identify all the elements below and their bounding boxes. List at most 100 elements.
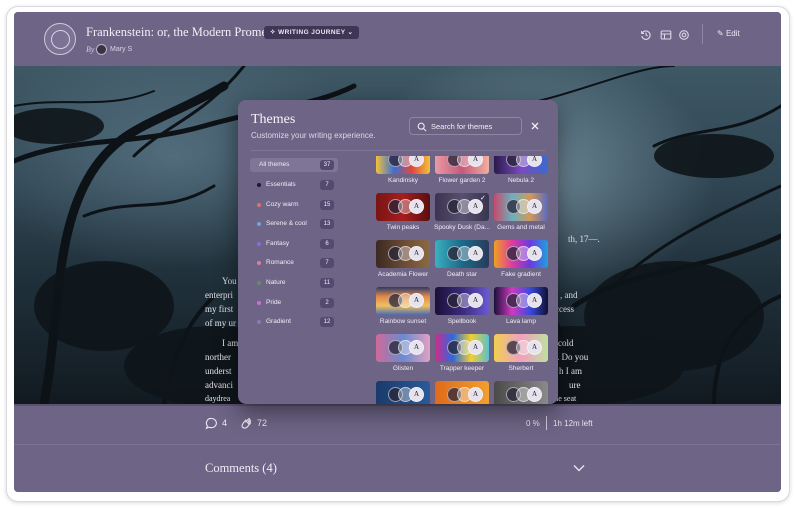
theme-name: Sherbert: [508, 365, 534, 372]
reading-progress-bar: [14, 404, 781, 406]
clap-icon[interactable]: [240, 417, 253, 430]
theme-swatches: A: [376, 156, 430, 168]
category-count: 11: [320, 278, 334, 288]
category-dot: [257, 222, 261, 227]
history-icon[interactable]: [640, 29, 652, 41]
text-fragment: , and: [560, 290, 578, 300]
font-sample-icon: A: [409, 156, 424, 167]
theme-name: Fake gradient: [501, 271, 541, 278]
font-sample-icon: A: [527, 340, 542, 355]
chevron-down-icon[interactable]: [572, 462, 586, 474]
font-sample-icon: A: [468, 293, 483, 308]
author-name[interactable]: Mary S: [110, 46, 132, 53]
text-fragment: th, 17—.: [568, 234, 600, 244]
category-count: 7: [320, 258, 334, 269]
search-input[interactable]: [431, 120, 519, 133]
theme-grid: A Kandinsky A Flower garden 2 A Nebula 2 A Twin…: [376, 156, 556, 404]
edit-button[interactable]: ✎ Edit: [717, 27, 740, 41]
font-sample-icon: A: [527, 199, 542, 214]
sparkle-icon: ✧: [270, 29, 279, 36]
theme-swatches: A: [435, 156, 489, 168]
font-sample-icon: A: [527, 246, 542, 261]
theme-swatches: A: [494, 387, 548, 403]
category-item[interactable]: Nature 11: [250, 276, 338, 290]
theme-preview: A ✓: [435, 193, 489, 221]
text-fragment: of my ur: [205, 318, 236, 328]
comment-icon[interactable]: [205, 417, 218, 430]
theme-swatches: A: [435, 293, 489, 309]
modal-divider: [251, 150, 545, 151]
theme-name: Flower garden 2: [438, 177, 486, 184]
theme-swatches: A: [494, 199, 548, 215]
theme-swatches: A: [376, 199, 430, 215]
theme-swatches: A: [435, 387, 489, 403]
avatar[interactable]: [96, 44, 107, 55]
category-dot: [257, 320, 261, 325]
category-label: Gradient: [266, 318, 291, 326]
theme-preview: A: [376, 334, 430, 362]
settings-icon[interactable]: [678, 29, 690, 41]
theme-preview: A: [494, 287, 548, 315]
text-fragment: enterpri: [205, 290, 233, 300]
category-count: 2: [320, 297, 334, 308]
stats-divider: [546, 416, 547, 430]
text-fragment: daydrea: [205, 394, 231, 403]
time-left: 1h 12m left: [553, 419, 593, 428]
table-icon[interactable]: [660, 29, 672, 41]
category-label: Nature: [266, 279, 286, 286]
text-fragment: my first: [205, 304, 234, 314]
category-item[interactable]: Gradient 12: [250, 315, 338, 329]
comments-title: Comments (4): [205, 461, 277, 475]
text-fragment: underst: [205, 366, 232, 376]
category-label: Cozy warm: [266, 200, 299, 208]
theme-name: Lava lamp: [506, 318, 536, 325]
writing-journey-dropdown[interactable]: ✧ WRITING JOURNEY ⌄: [264, 26, 360, 39]
close-icon[interactable]: [530, 121, 540, 131]
category-item[interactable]: All themes 37: [250, 158, 338, 172]
category-count: 7: [320, 180, 334, 190]
font-sample-icon: A: [527, 293, 542, 308]
text-fragment: norther: [205, 352, 231, 362]
text-fragment: cold: [558, 338, 574, 348]
journey-badge-label: WRITING JOURNEY: [278, 29, 346, 36]
font-sample-icon: A: [468, 156, 483, 167]
logo-seal[interactable]: [44, 23, 76, 55]
text-fragment: You: [222, 276, 237, 286]
theme-name: Death star: [447, 271, 477, 278]
theme-preview: A: [376, 240, 430, 268]
category-label: Fantasy: [266, 239, 290, 247]
app: Frankenstein: or, the Modern Prometheus …: [14, 12, 781, 492]
category-dot: [257, 300, 261, 305]
category-item[interactable]: Serene & cool 13: [250, 217, 338, 231]
font-sample-icon: A: [409, 293, 424, 308]
by-label: By: [86, 45, 95, 54]
theme-preview: A: [376, 193, 430, 221]
text-fragment: h I am: [559, 366, 582, 376]
claps-count: 72: [257, 418, 268, 428]
theme-name: Academia Flower: [377, 271, 429, 278]
theme-name: Twin peaks: [386, 224, 420, 231]
category-dot: [257, 183, 261, 187]
theme-preview: A: [435, 240, 489, 268]
category-dot: [257, 241, 261, 246]
category-label: Romance: [266, 259, 294, 267]
text-fragment: ure: [569, 380, 581, 390]
theme-name: Spellbook: [447, 318, 477, 325]
font-sample-icon: A: [409, 199, 424, 214]
theme-swatches: A: [376, 340, 430, 356]
category-count: 13: [320, 219, 334, 230]
font-sample-icon: A: [409, 340, 424, 355]
category-item[interactable]: Romance 7: [250, 256, 338, 270]
theme-preview: A: [494, 156, 548, 174]
check-icon: ✓: [480, 195, 486, 202]
category-item[interactable]: Pride 2: [250, 296, 338, 310]
theme-preview: A: [376, 156, 430, 174]
comments-section[interactable]: Comments (4): [14, 444, 781, 492]
theme-swatches: A: [494, 293, 548, 309]
category-item[interactable]: Fantasy 6: [250, 237, 338, 251]
theme-swatches: A: [494, 246, 548, 262]
theme-search[interactable]: [409, 117, 522, 135]
category-count: 12: [320, 317, 334, 328]
category-item[interactable]: Essentials 7: [250, 178, 338, 192]
category-item[interactable]: Cozy warm 15: [250, 198, 338, 212]
